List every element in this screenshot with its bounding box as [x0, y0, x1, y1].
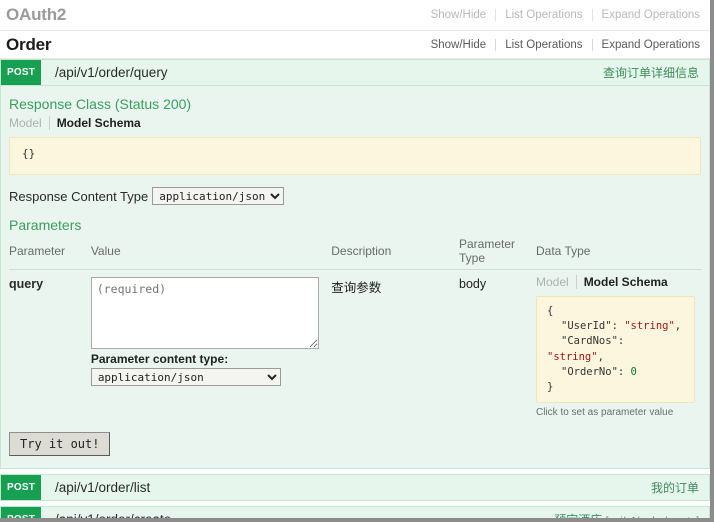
operation-path: /api/v1/order/create [55, 512, 172, 522]
schema-brace-open: { [547, 305, 554, 317]
response-content-type-select[interactable]: application/json [152, 187, 285, 205]
schema-key-cardnos: "CardNos": [561, 335, 625, 348]
response-class-heading: Response Class (Status 200) [9, 96, 192, 112]
column-header-parameter: Parameter [9, 237, 91, 270]
show-hide-link-oauth2[interactable]: Show/Hide [422, 9, 496, 21]
parameter-type-value: body [459, 277, 487, 291]
resource-header-oauth2: OAuth2 Show/Hide List Operations Expand … [0, 0, 710, 31]
schema-brace-close: } [547, 381, 554, 394]
try-it-out-button[interactable]: Try it out! [9, 432, 111, 457]
operation-summary-extra: [api/v1/order/create] [605, 515, 699, 522]
operation-summary-text: 我的订单 [650, 481, 699, 496]
schema-value-userid: "string" [624, 320, 675, 333]
parameter-value-textarea[interactable] [90, 277, 319, 349]
schema-key-userid: "UserId": [561, 320, 625, 333]
operation-summary-text: 预定酒店 [554, 513, 603, 522]
parameter-model-tabs: Model Model Schema [536, 275, 695, 289]
schema-line: "OrderNo": 0 [547, 365, 684, 380]
resource-links-order: Show/Hide List Operations Expand Operati… [422, 38, 700, 51]
schema-key-orderno: "OrderNo": [561, 365, 631, 378]
column-header-data-type: Data Type [536, 237, 701, 270]
parameter-name: query [9, 277, 44, 291]
operation-summary: 预定酒店 [api/v1/order/create] [554, 511, 709, 522]
schema-line: } [547, 380, 684, 395]
tab-model-response[interactable]: Model [9, 116, 49, 130]
http-method-badge: POST [1, 507, 41, 518]
swagger-ui-page: OAuth2 Show/Hide List Operations Expand … [0, 0, 714, 522]
column-header-parameter-type: Parameter Type [459, 237, 536, 270]
expand-operations-link-oauth2[interactable]: Expand Operations [591, 9, 700, 21]
response-model-tabs: Model Model Schema [9, 116, 701, 130]
schema-line: { [547, 304, 684, 319]
list-operations-link-order[interactable]: List Operations [495, 38, 591, 51]
table-row: query Parameter content type: applicatio… [9, 270, 701, 419]
operation-summary: 查询订单详细信息 [602, 66, 699, 80]
response-content-type-row: Response Content Type application/json [9, 187, 701, 205]
resource-links-oauth2: Show/Hide List Operations Expand Operati… [422, 9, 700, 21]
parameter-content-type-select[interactable]: application/json [90, 368, 281, 386]
resource-title-oauth2[interactable]: OAuth2 [6, 5, 66, 25]
show-hide-link-order[interactable]: Show/Hide [422, 39, 496, 51]
http-method-badge: POST [1, 60, 41, 85]
parameter-schema-box[interactable]: { "UserId": "string", "CardNos": "string… [536, 296, 695, 404]
schema-value-orderno: 0 [630, 365, 637, 378]
response-schema-body: {} [9, 137, 701, 175]
schema-value-cardnos: "string" [547, 350, 598, 363]
http-method-badge: POST [1, 475, 41, 501]
schema-line: "CardNos": "string", [547, 334, 684, 364]
parameter-description: 查询参数 [331, 281, 382, 295]
tab-model-schema-response[interactable]: Model Schema [48, 116, 148, 130]
list-operations-link-oauth2[interactable]: List Operations [495, 9, 591, 21]
parameter-value-cell: Parameter content type: application/json [90, 270, 331, 419]
schema-line: "UserId": "string", [547, 319, 684, 334]
schema-comma-cardnos: , [597, 350, 604, 363]
tab-model-parameter[interactable]: Model [536, 275, 576, 289]
operation-row-order-list[interactable]: POST /api/v1/order/list 我的订单 [0, 474, 710, 502]
parameters-table-header-row: Parameter Value Description Parameter Ty… [9, 237, 701, 270]
parameters-table: Parameter Value Description Parameter Ty… [9, 237, 701, 418]
operation-detail-panel: Response Class (Status 200) Model Model … [0, 86, 710, 470]
schema-click-hint: Click to set as parameter value [536, 407, 674, 419]
parameter-content-type-label: Parameter content type: [90, 352, 229, 366]
schema-comma-userid: , [674, 320, 682, 333]
operation-row-order-query[interactable]: POST /api/v1/order/query 查询订单详细信息 [0, 59, 710, 86]
parameters-heading: Parameters [9, 217, 82, 233]
expand-operations-link-order[interactable]: Expand Operations [591, 38, 700, 51]
operation-path: /api/v1/order/query [55, 65, 168, 80]
resource-title-order[interactable]: Order [6, 35, 51, 55]
parameter-data-type-cell: Model Model Schema { "UserId": "string",… [536, 270, 701, 419]
operation-summary: 我的订单 [651, 479, 709, 496]
column-header-value: Value [90, 237, 332, 270]
tab-model-schema-parameter[interactable]: Model Schema [575, 275, 675, 289]
column-header-description: Description [331, 237, 459, 270]
response-content-type-label: Response Content Type [9, 188, 149, 204]
operation-row-order-create[interactable]: POST /api/v1/order/create 预定酒店 [api/v1/o… [0, 506, 710, 522]
operation-path: /api/v1/order/list [55, 480, 151, 496]
resource-header-order: Order Show/Hide List Operations Expand O… [0, 31, 710, 59]
